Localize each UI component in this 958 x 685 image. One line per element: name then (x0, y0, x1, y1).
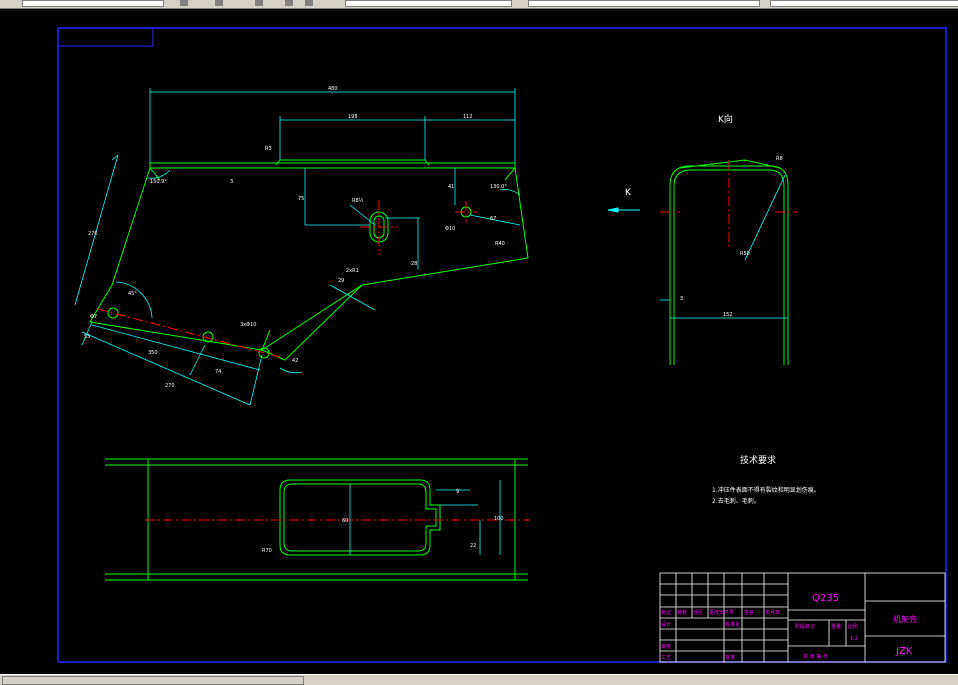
dim-wall-3: 3 (230, 179, 233, 185)
tb-part-name: 机架壳 (893, 614, 917, 624)
tb-code: JZK (895, 646, 913, 657)
toolbar (0, 0, 958, 9)
tb-zone: 分区 (693, 609, 703, 616)
tech-note-2: 2.去毛刺、毛刺。 (712, 497, 760, 505)
dim-67: 67 (490, 216, 496, 222)
dim-350: 350 (148, 350, 158, 356)
toolbar-icon[interactable] (215, 0, 223, 6)
plotstyle-dropdown[interactable] (770, 0, 958, 7)
dim-75: 75 (298, 196, 304, 202)
outer-frame (57, 27, 947, 663)
dim-270: 270 (88, 231, 98, 237)
k-dim-152: 152 (723, 312, 733, 318)
main-view (89, 159, 529, 361)
bottom-dim-100: 100 (494, 516, 504, 522)
tb-sheets: 共 张 第 张 (803, 653, 828, 660)
k-dim-3: 3 (680, 296, 683, 302)
tb-change: 更改文件号 (709, 609, 734, 616)
main-dim-text: 480 198 112 R3 150.9° 130.0° 3 75 41 67 … (84, 86, 507, 389)
layer-dropdown[interactable] (22, 0, 164, 7)
dim-270b: 270 (165, 383, 175, 389)
dim-2xr1: 2xR1 (346, 268, 359, 274)
bottom-dim-22: 22 (470, 543, 476, 549)
dim-right-angle: 130.0° (490, 184, 507, 190)
tb-standard: 标准化 (725, 621, 740, 628)
k-arrow (607, 207, 640, 213)
dim-3xphi10: 3xΦ10 (240, 322, 256, 328)
tech-title: 技术要求 (740, 454, 776, 466)
tb-process: 工艺 (661, 655, 671, 661)
tb-sign: 签名 (744, 609, 754, 616)
tb-mark: 标记 (661, 609, 671, 616)
tb-stage: 阶段标记 (795, 623, 815, 630)
bottom-dim-9: 9 (456, 489, 459, 495)
dim-right-length: 112 (463, 114, 473, 120)
tb-designer: 设计 (661, 621, 671, 628)
linetype-dropdown[interactable] (345, 0, 512, 7)
drawing-canvas[interactable]: 480 198 112 R3 150.9° 130.0° 3 75 41 67 … (0, 9, 958, 674)
dim-28: 28 (411, 261, 417, 267)
corner-box (57, 27, 154, 47)
tb-date: 年月日 (765, 609, 780, 616)
dim-29: 29 (338, 278, 344, 284)
dim-45: 45° (128, 291, 137, 297)
dim-55: 55 (84, 334, 90, 340)
bottom-dims (349, 480, 501, 555)
bottom-dim-r70: R70 (262, 548, 272, 554)
bottom-dim-60: 60 (342, 518, 348, 524)
k-dim-r50: R50 (740, 251, 750, 257)
dim-r8: R8½ (352, 197, 364, 204)
k-view-center (660, 160, 798, 250)
dim-left-angle: 150.9° (150, 179, 167, 185)
dim-phi10: Φ10 (445, 226, 455, 232)
title-block-text: 标记 处数 分区 更改文件号 签名 年月日 设计 标准化 审核 工艺 批准 阶段… (661, 609, 858, 661)
tb-material: Q235 (812, 593, 839, 604)
toolbar-icon[interactable] (305, 0, 313, 6)
dim-overall-length: 480 (328, 86, 338, 92)
tb-approve: 批准 (725, 654, 735, 661)
tb-scale-value: 1:2 (850, 636, 858, 642)
status-bar (0, 674, 958, 685)
dim-tab-r: R3 (265, 146, 272, 152)
k-dim-r: R8 (776, 156, 783, 162)
lineweight-dropdown[interactable] (528, 0, 760, 7)
k-view (669, 159, 789, 365)
dim-42: 42 (292, 358, 298, 364)
toolbar-icon[interactable] (255, 0, 263, 6)
dim-phi: Φ7 (90, 314, 97, 320)
tb-weight: 重量 (831, 623, 841, 630)
dim-74: 74 (215, 369, 221, 375)
tech-note-1: 1.冲压件表面不得有裂纹和明显划伤痕。 (712, 486, 820, 494)
k-view-label: K向 (718, 113, 733, 125)
toolbar-icon[interactable] (180, 0, 188, 6)
dim-r40: R40 (495, 241, 505, 247)
tb-count: 处数 (677, 609, 687, 616)
tb-checker: 审核 (661, 643, 671, 650)
k-arrow-label: K (625, 188, 632, 198)
dim-41: 41 (448, 184, 454, 190)
toolbar-icon[interactable] (285, 0, 293, 6)
dim-slot-length: 198 (348, 114, 358, 120)
tb-scale-label: 比例 (848, 623, 858, 630)
